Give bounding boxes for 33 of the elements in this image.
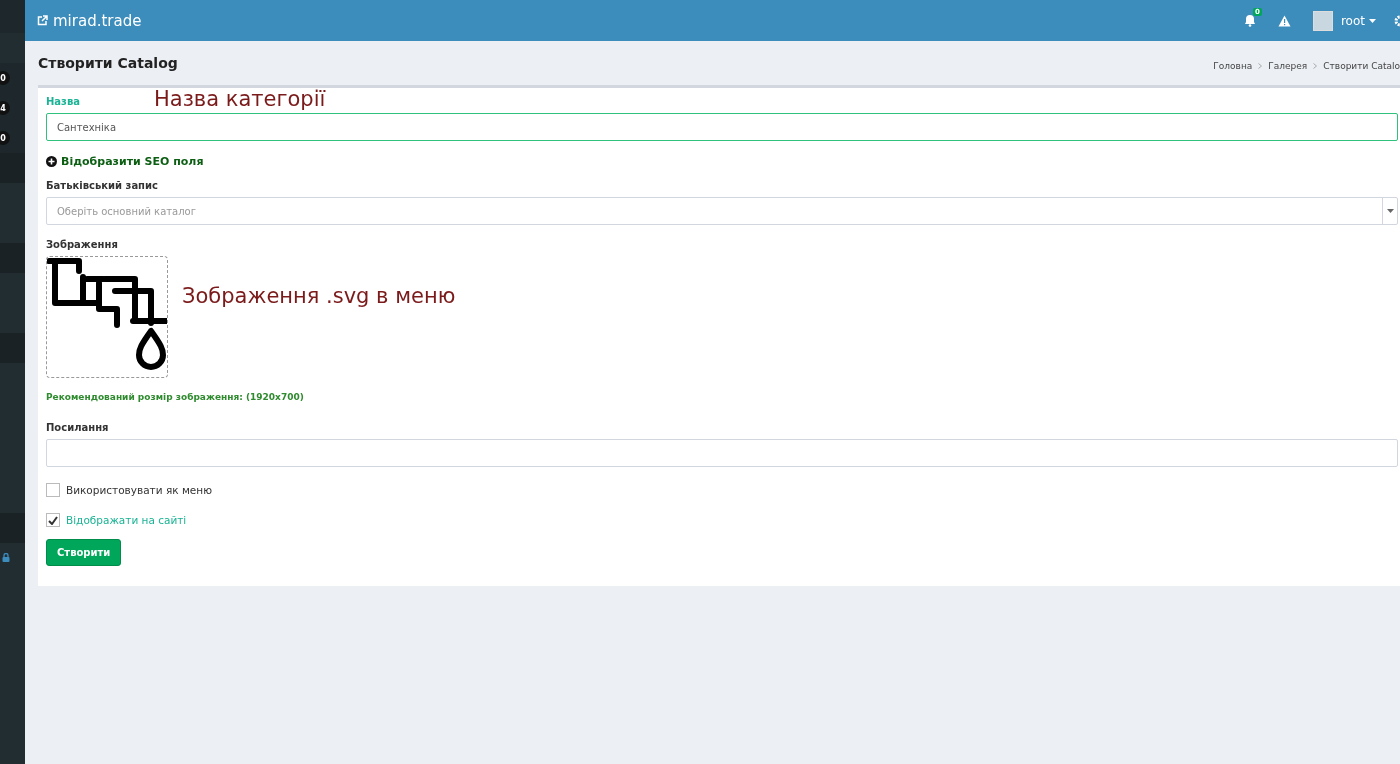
checkbox-label: Відображати на сайті <box>66 514 187 526</box>
warning-icon[interactable] <box>1277 14 1291 27</box>
checkbox[interactable] <box>46 483 60 497</box>
checkbox-label: Використовувати як меню <box>66 484 212 496</box>
field-label: Посилання <box>46 422 109 433</box>
field-label: Назва <box>46 96 80 107</box>
external-link-icon[interactable] <box>37 15 48 26</box>
name-input-field[interactable]: Сантехніка <box>46 113 1398 141</box>
image-size-hint: Рекомендований розмір зображення: (1920x700) <box>46 392 304 402</box>
chevron-icon <box>1258 63 1263 69</box>
bell-icon[interactable] <box>1243 14 1256 27</box>
breadcrumb-link[interactable]: Галерея <box>1268 61 1308 71</box>
avatar-placeholder[interactable] <box>1312 10 1333 31</box>
link-input-field[interactable] <box>46 439 1398 467</box>
field-label: Батьківський запис <box>46 180 158 191</box>
lock-icon[interactable] <box>2 553 10 562</box>
seo-toggle-link[interactable]: Відобразити SEO поля <box>61 155 204 168</box>
plus-circle-icon[interactable] <box>46 156 57 167</box>
breadcrumb-link[interactable]: Головна <box>1213 61 1253 71</box>
page-title: Створити Catalog <box>38 55 179 71</box>
site-link[interactable]: mirad.trade <box>53 11 142 30</box>
annotation-text: Назва категорії <box>154 88 326 112</box>
count-badge: 0 <box>0 131 10 145</box>
caret-icon <box>1386 209 1394 213</box>
caret-icon <box>1369 18 1376 23</box>
user-menu[interactable]: root <box>1340 13 1365 28</box>
count-badge: 4 <box>0 101 10 115</box>
count-badge: 0 <box>0 71 10 85</box>
annotation-text: Зображення .svg в меню <box>182 284 456 308</box>
checkbox[interactable] <box>46 513 60 527</box>
field-label: Зображення <box>46 239 118 250</box>
chevron-icon <box>1313 63 1318 69</box>
breadcrumb-link[interactable]: Створити Catalo <box>1323 61 1400 71</box>
